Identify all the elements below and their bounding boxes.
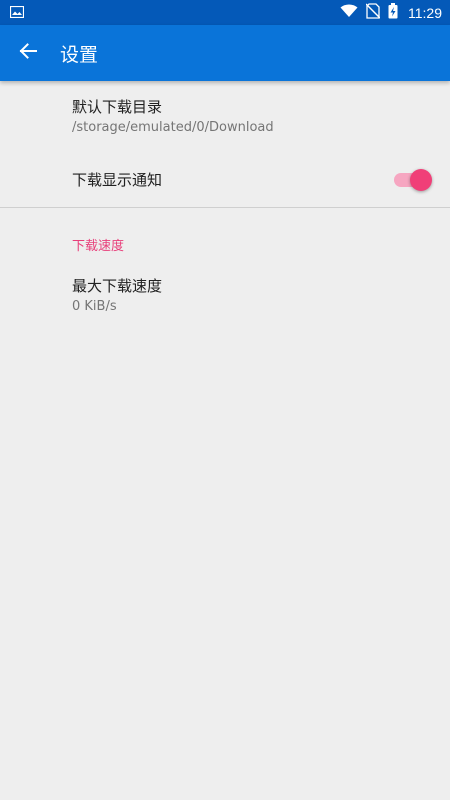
pref-download-notification-title: 下载显示通知 bbox=[72, 171, 163, 189]
pref-download-notification[interactable]: 下载显示通知 bbox=[0, 153, 450, 207]
settings-list: 默认下载目录 /storage/emulated/0/Download 下载显示… bbox=[0, 81, 450, 332]
app-bar: 设置 bbox=[0, 25, 450, 81]
back-button[interactable] bbox=[0, 25, 56, 81]
arrow-back-icon bbox=[19, 42, 37, 64]
status-right: 11:29 bbox=[340, 2, 442, 23]
status-time: 11:29 bbox=[408, 4, 442, 21]
status-bar: 11:29 bbox=[0, 0, 450, 25]
toggle-thumb bbox=[410, 169, 432, 191]
battery-charging-icon bbox=[388, 2, 398, 23]
pref-download-directory[interactable]: 默认下载目录 /storage/emulated/0/Download bbox=[0, 81, 450, 153]
pref-download-directory-title: 默认下载目录 bbox=[72, 98, 163, 116]
category-download-speed: 下载速度 bbox=[72, 239, 125, 254]
pref-download-directory-summary: /storage/emulated/0/Download bbox=[72, 120, 274, 135]
no-sim-icon bbox=[365, 2, 381, 23]
notification-toggle[interactable] bbox=[392, 168, 432, 192]
image-notification-icon bbox=[9, 3, 25, 22]
pref-max-download-speed-title: 最大下载速度 bbox=[72, 277, 163, 295]
page-title: 设置 bbox=[60, 43, 99, 66]
pref-max-download-speed[interactable]: 最大下载速度 0 KiB/s bbox=[0, 260, 450, 332]
status-left bbox=[9, 3, 25, 22]
wifi-icon bbox=[340, 3, 358, 22]
pref-max-download-speed-summary: 0 KiB/s bbox=[72, 299, 117, 314]
